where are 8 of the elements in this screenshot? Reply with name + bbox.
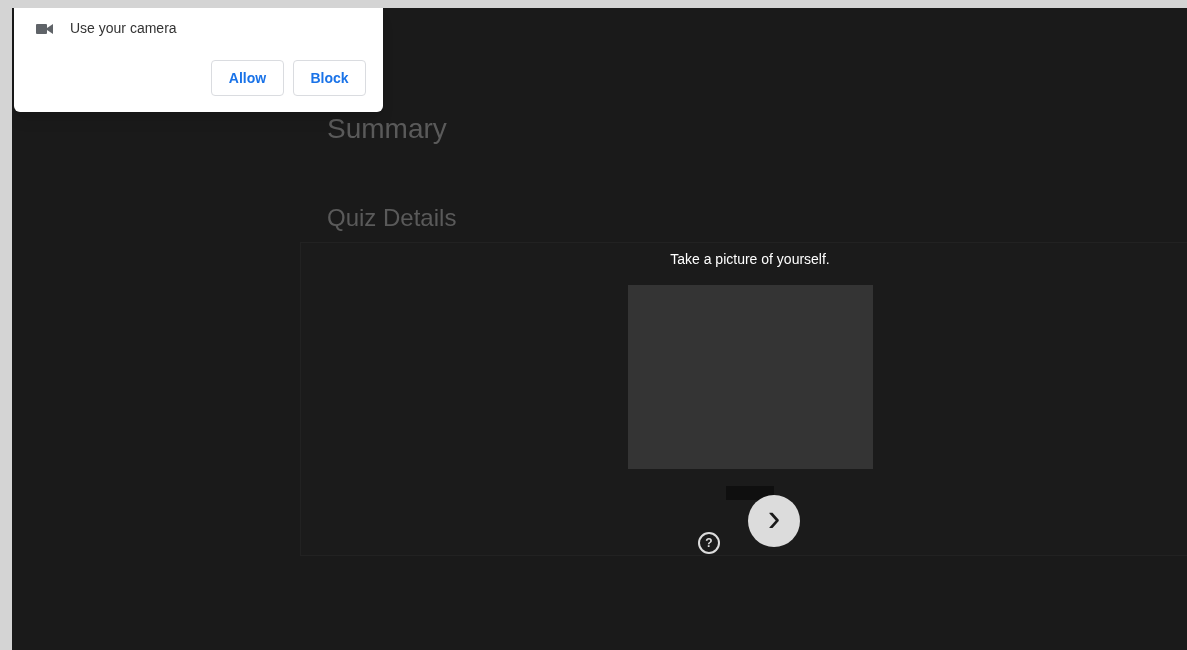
block-button[interactable]: Block — [293, 60, 366, 96]
page-heading: Summary — [327, 114, 447, 144]
permission-text: Use your camera — [70, 19, 177, 38]
allow-button[interactable]: Allow — [211, 60, 284, 96]
dialog-title: Take a picture of yourself. — [670, 250, 830, 269]
help-button[interactable]: ? — [698, 532, 720, 554]
section-heading: Quiz Details — [327, 204, 457, 232]
video-camera-icon — [36, 23, 53, 34]
